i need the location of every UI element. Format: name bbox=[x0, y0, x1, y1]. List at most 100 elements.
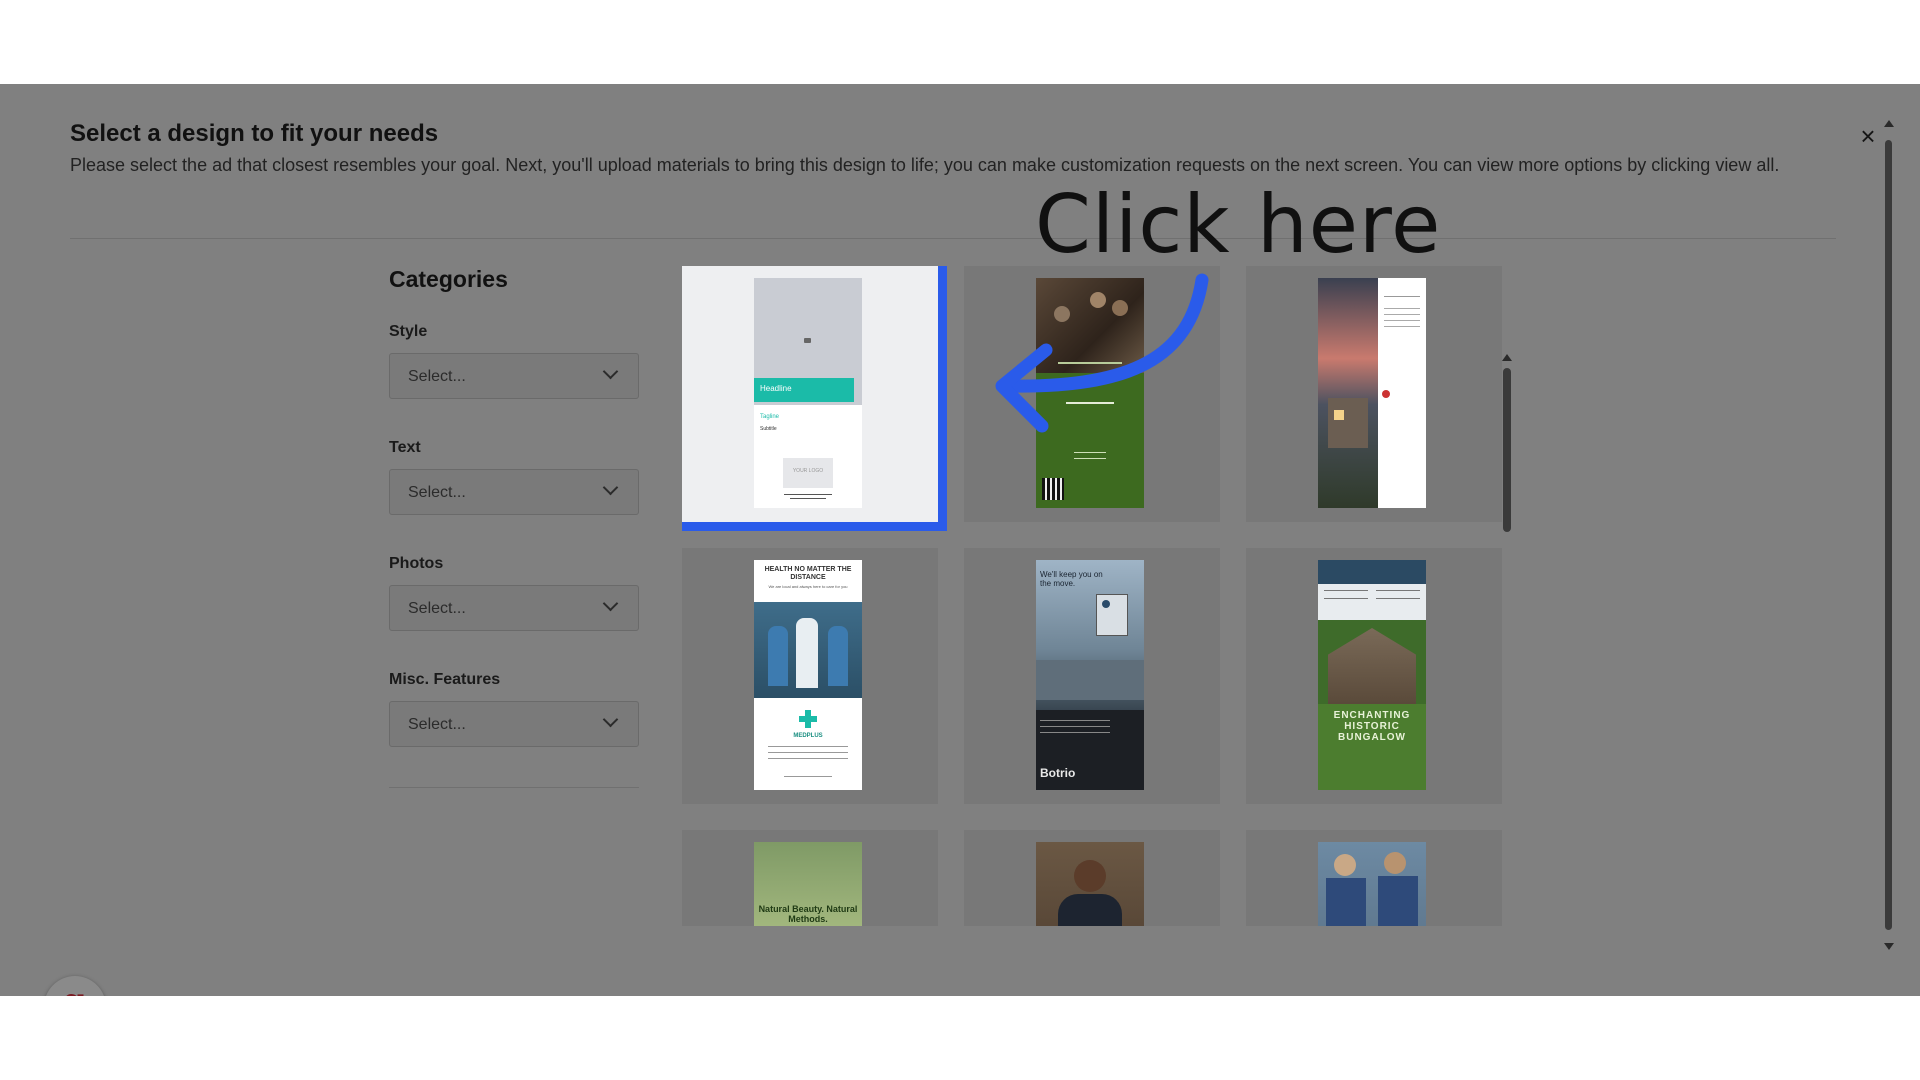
poster-tagline: Tagline bbox=[760, 414, 780, 420]
modal-description: Please select the ad that closest resemb… bbox=[70, 155, 1780, 175]
poster-text-line bbox=[1376, 590, 1420, 591]
house-photo bbox=[1318, 278, 1378, 508]
building-facade bbox=[1036, 660, 1144, 700]
poster-brand: MEDPLUS bbox=[793, 733, 823, 739]
poster-text-line bbox=[1384, 296, 1420, 297]
categories-title: Categories bbox=[389, 266, 508, 292]
filter-misc-features: Misc. Features Select... bbox=[389, 671, 639, 747]
camera-icon bbox=[804, 338, 811, 343]
poster-text-line bbox=[768, 752, 848, 753]
scrollbar-thumb[interactable] bbox=[1885, 140, 1892, 930]
photos-select[interactable]: Select... bbox=[389, 585, 639, 631]
poster-text-line bbox=[768, 746, 848, 747]
poster-heading: HEALTH NO MATTER THE DISTANCE bbox=[764, 566, 852, 581]
chevron-down-icon bbox=[602, 363, 619, 380]
text-select[interactable]: Select... bbox=[389, 469, 639, 515]
poster-brand: Botrio bbox=[1040, 766, 1076, 780]
filter-text: Text Select... bbox=[389, 439, 639, 515]
misc-features-select[interactable]: Select... bbox=[389, 701, 639, 747]
header-divider bbox=[70, 238, 1836, 239]
modal-title: Select a design to fit your needs bbox=[70, 120, 439, 147]
person-head-shape bbox=[1334, 854, 1356, 876]
filter-label: Misc. Features bbox=[389, 671, 501, 688]
poster-subtitle: Subtitle bbox=[760, 426, 777, 432]
design-card-5[interactable]: We'll keep you on the move. Botrio bbox=[964, 548, 1220, 804]
chevron-down-icon bbox=[602, 479, 619, 496]
person-body-shape bbox=[1378, 876, 1418, 926]
design-thumbnail bbox=[1318, 278, 1426, 508]
person-shape bbox=[828, 626, 848, 686]
brand-logo-icon bbox=[1382, 390, 1390, 398]
person-body-shape bbox=[1058, 894, 1122, 926]
design-card-3[interactable] bbox=[1246, 266, 1502, 522]
scroll-up-arrow-icon[interactable] bbox=[1884, 120, 1894, 127]
select-value: Select... bbox=[408, 368, 466, 385]
callout-text: Click here bbox=[1035, 178, 1442, 271]
house-shape bbox=[1328, 628, 1416, 704]
poster-text-line bbox=[1074, 458, 1106, 459]
design-card-7[interactable]: Natural Beauty. Natural Methods. bbox=[682, 830, 938, 926]
scroll-up-arrow-icon[interactable] bbox=[1502, 354, 1512, 361]
person-shape bbox=[796, 618, 818, 688]
person-shape bbox=[768, 626, 788, 686]
header-band bbox=[1318, 560, 1426, 584]
poster-text-line bbox=[1376, 598, 1420, 599]
poster-text-line bbox=[1384, 320, 1420, 321]
poster-heading: Natural Beauty. Natural Methods. bbox=[758, 904, 858, 924]
chevron-down-icon bbox=[602, 595, 619, 612]
design-thumbnail: We'll keep you on the move. Botrio bbox=[1036, 560, 1144, 790]
poster-text-line bbox=[1384, 326, 1420, 327]
tower-shape bbox=[1096, 594, 1128, 636]
design-card-8[interactable] bbox=[964, 830, 1220, 926]
design-thumbnail: HEALTH NO MATTER THE DISTANCE We are loc… bbox=[754, 560, 862, 790]
poster-text-line bbox=[1074, 452, 1106, 453]
design-card-4[interactable]: HEALTH NO MATTER THE DISTANCE We are loc… bbox=[682, 548, 938, 804]
categories-panel: Categories Style Select... Text Select..… bbox=[389, 266, 639, 788]
filter-photos: Photos Select... bbox=[389, 555, 639, 631]
filter-label: Photos bbox=[389, 555, 444, 572]
poster-text-line bbox=[1040, 726, 1110, 727]
style-select[interactable]: Select... bbox=[389, 353, 639, 399]
qr-code-icon bbox=[1042, 478, 1064, 500]
scroll-down-arrow-icon[interactable] bbox=[1884, 943, 1894, 950]
close-icon[interactable]: × bbox=[1856, 123, 1880, 149]
select-value: Select... bbox=[408, 484, 466, 501]
filter-label: Style bbox=[389, 323, 428, 340]
design-card-6[interactable]: ENCHANTING HISTORIC BUNGALOW bbox=[1246, 548, 1502, 804]
poster-footer-line bbox=[784, 494, 832, 495]
logo-circle-icon bbox=[1102, 600, 1110, 608]
poster-logo-text: YOUR LOGO bbox=[792, 468, 824, 474]
modal-backdrop: Select a design to fit your needs Please… bbox=[0, 84, 1920, 996]
poster-footer-line bbox=[790, 498, 826, 499]
poster-text-line bbox=[768, 758, 848, 759]
headline-band: Headline bbox=[754, 378, 854, 402]
callout-arrow-icon bbox=[995, 273, 1209, 433]
design-card-1[interactable]: Headline Tagline Subtitle YOUR LOGO bbox=[682, 266, 947, 531]
brand-logo-icon: g. bbox=[62, 982, 99, 996]
design-thumbnail bbox=[1318, 842, 1426, 926]
person-head-shape bbox=[1384, 852, 1406, 874]
design-card-9[interactable] bbox=[1246, 830, 1502, 926]
design-thumbnail: Natural Beauty. Natural Methods. bbox=[754, 842, 862, 926]
modal-scrollbar[interactable] bbox=[1882, 120, 1896, 950]
select-value: Select... bbox=[408, 600, 466, 617]
filter-label: Text bbox=[389, 439, 421, 456]
poster-heading: ENCHANTING HISTORIC BUNGALOW bbox=[1333, 710, 1411, 743]
design-thumbnail: ENCHANTING HISTORIC BUNGALOW bbox=[1318, 560, 1426, 790]
poster-text-line bbox=[1324, 590, 1368, 591]
person-body-shape bbox=[1326, 878, 1366, 926]
poster-text-line bbox=[784, 776, 832, 777]
scrollbar-thumb[interactable] bbox=[1503, 368, 1511, 532]
poster-headline: Headline bbox=[760, 384, 792, 393]
design-thumbnail bbox=[1036, 842, 1144, 926]
filter-style: Style Select... bbox=[389, 323, 639, 399]
assistant-widget-button[interactable]: g. 12 bbox=[44, 976, 106, 996]
poster-text-line bbox=[1040, 720, 1110, 721]
poster-text-line bbox=[1040, 732, 1110, 733]
poster-text-line bbox=[1384, 314, 1420, 315]
person-head-shape bbox=[1074, 860, 1106, 892]
design-grid-scrollbar[interactable] bbox=[1500, 354, 1514, 996]
medical-cross-icon bbox=[799, 710, 817, 728]
window-shape bbox=[1334, 410, 1344, 420]
chevron-down-icon bbox=[602, 711, 619, 728]
